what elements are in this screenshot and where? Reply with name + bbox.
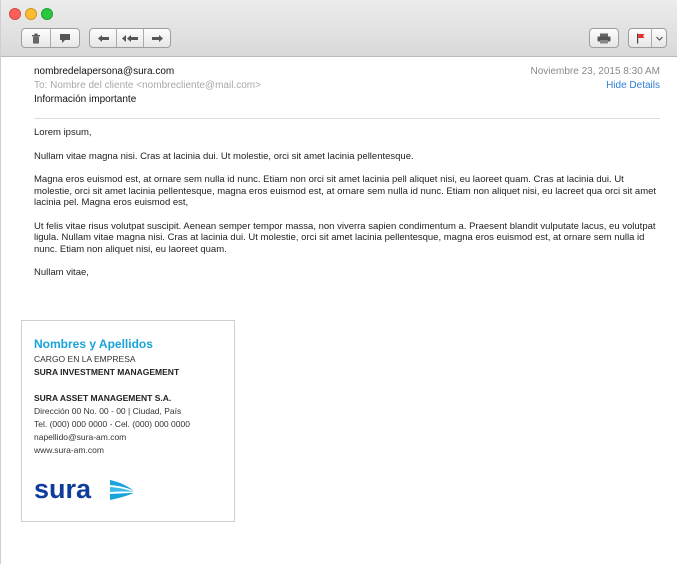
reply-button[interactable] (90, 29, 117, 47)
signature-address: Dirección 00 No. 00 - 00 | Ciudad, País (34, 406, 182, 416)
signature-company: SURA ASSET MANAGEMENT S.A. (34, 393, 172, 403)
reply-icon (97, 34, 109, 42)
reply-all-icon (121, 34, 138, 42)
print-icon (597, 33, 611, 43)
greeting: Lorem ipsum, (34, 127, 92, 138)
email-signature: Nombres y Apellidos CARGO EN LA EMPRESA … (21, 320, 235, 522)
hide-details-link[interactable]: Hide Details (606, 80, 660, 91)
signature-position: CARGO EN LA EMPRESA (34, 354, 136, 364)
flag-icon (636, 33, 644, 43)
chevron-down-icon (655, 36, 663, 41)
subject-line: Información importante (34, 94, 137, 105)
reply-group (89, 28, 171, 48)
closing: Nullam vitae, (34, 267, 89, 278)
delete-button[interactable] (22, 29, 51, 47)
message-body: Lorem ipsum, Nullam vitae magna nisi. Cr… (34, 127, 662, 291)
message-date: Noviembre 23, 2015 8:30 AM (530, 66, 660, 77)
forward-icon (151, 34, 163, 42)
close-button[interactable] (9, 8, 21, 20)
reply-all-button[interactable] (117, 29, 144, 47)
toolbar (1, 0, 677, 57)
flag-button[interactable] (629, 29, 652, 47)
forward-button[interactable] (144, 29, 170, 47)
sender-address: nombredelapersona@sura.com (34, 66, 175, 77)
window-controls (9, 8, 53, 20)
signature-name: Nombres y Apellidos (34, 337, 153, 351)
sura-logo-mark (110, 480, 134, 500)
header-divider (34, 118, 660, 119)
signature-email[interactable]: napellido@sura-am.com (34, 432, 126, 442)
body-paragraph-3: Ut felis vitae risus volutpat suscipit. … (34, 220, 656, 255)
signature-company-unit: SURA INVESTMENT MANAGEMENT (34, 367, 180, 377)
print-button[interactable] (590, 29, 618, 47)
print-group (589, 28, 619, 48)
minimize-button[interactable] (25, 8, 37, 20)
recipient-line: To: Nombre del cliente <nombrecliente@ma… (34, 80, 261, 91)
body-paragraph-1: Nullam vitae magna nisi. Cras at lacinia… (34, 150, 414, 162)
junk-icon (60, 33, 70, 43)
signature-phone: Tel. (000) 000 0000 - Cel. (000) 000 000… (34, 419, 190, 429)
body-paragraph-2: Magna eros euismod est, at ornare sem nu… (34, 174, 657, 208)
zoom-button[interactable] (41, 8, 53, 20)
signature-website[interactable]: www.sura-am.com (34, 445, 104, 455)
sura-logo: sura (34, 474, 154, 512)
mail-window: nombredelapersona@sura.com To: Nombre de… (0, 0, 677, 564)
flag-menu-button[interactable] (652, 29, 666, 47)
flag-group (628, 28, 667, 48)
sura-logo-text: sura (34, 474, 92, 504)
delete-junk-group (21, 28, 80, 48)
junk-button[interactable] (51, 29, 79, 47)
trash-icon (32, 33, 40, 44)
